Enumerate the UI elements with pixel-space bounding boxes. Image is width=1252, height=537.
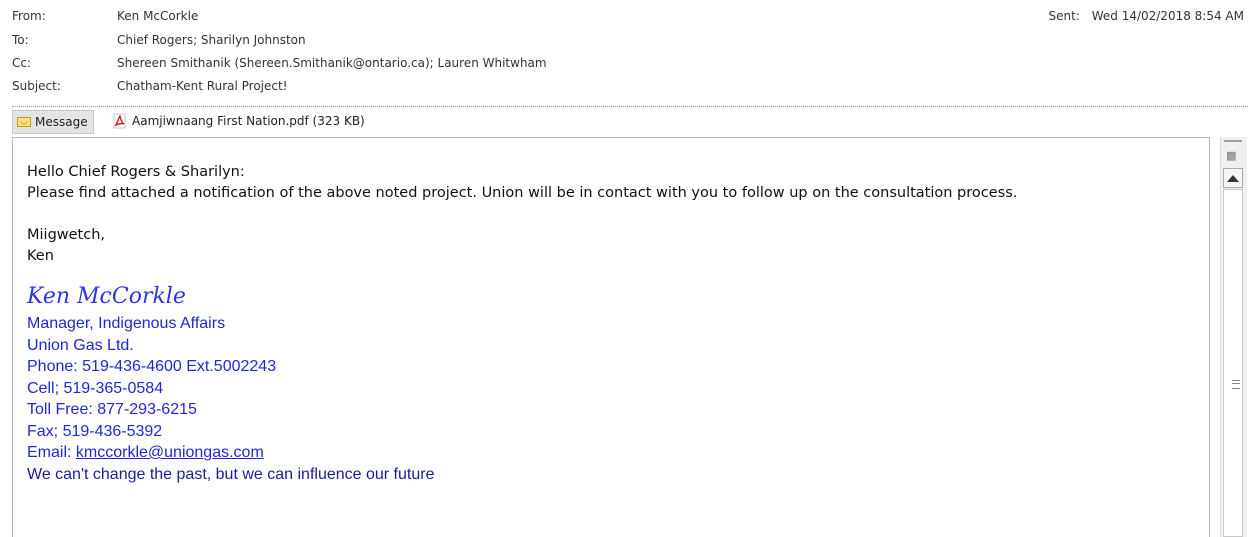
signature-motto: We can't change the past, but we can inf…	[27, 465, 435, 483]
to-row: To: Chief Rogers; Sharilyn Johnston	[0, 30, 1252, 50]
subject-label: Subject:	[12, 79, 61, 93]
sent-label: Sent:	[1048, 9, 1080, 23]
attachment-bar: Message Aamjiwnaang First Nation.pdf (32…	[12, 110, 1252, 134]
vertical-scrollbar[interactable]: ▩	[1220, 137, 1247, 537]
envelope-icon	[17, 117, 31, 127]
signature-email-link[interactable]: kmccorkle@uniongas.com	[76, 444, 264, 461]
from-row: From: Ken McCorkle Sent: Wed 14/02/2018 …	[0, 6, 1252, 26]
cc-value[interactable]: Shereen Smithanik (Shereen.Smithanik@ont…	[117, 53, 547, 73]
scrollbar-split-handle[interactable]	[1224, 140, 1242, 142]
sender-short-name: Ken	[27, 248, 54, 264]
email-header: From: Ken McCorkle Sent: Wed 14/02/2018 …	[0, 0, 1252, 110]
signature-company: Union Gas Ltd.	[27, 336, 134, 354]
closing: Miigwetch,	[27, 227, 106, 243]
up-arrow-icon[interactable]	[1223, 168, 1243, 188]
signature-cell: Cell; 519-365-0584	[27, 379, 164, 397]
greeting: Hello Chief Rogers & Sharilyn:	[27, 164, 245, 180]
signature-name: Ken McCorkle	[27, 284, 186, 309]
message-body[interactable]: Hello Chief Rogers & Sharilyn: Please fi…	[12, 137, 1210, 537]
scrollbar-page-icon: ▩	[1226, 149, 1237, 162]
body-line: Please find attached a notification of t…	[27, 185, 1018, 201]
sent-value: Wed 14/02/2018 8:54 AM	[1091, 9, 1244, 23]
from-value[interactable]: Ken McCorkle	[117, 6, 198, 26]
cc-label: Cc:	[12, 56, 32, 70]
signature-fax: Fax; 519-436-5392	[27, 422, 163, 440]
to-label: To:	[12, 33, 29, 47]
to-value[interactable]: Chief Rogers; Sharilyn Johnston	[117, 30, 306, 50]
signature-tollfree: Toll Free: 877-293-6215	[27, 401, 197, 418]
message-tab-label: Message	[35, 115, 88, 129]
signature-phone: Phone: 519-436-4600 Ext.5002243	[27, 358, 277, 375]
subject-row: Subject: Chatham-Kent Rural Project!	[0, 76, 1252, 96]
pdf-attachment[interactable]: Aamjiwnaang First Nation.pdf (323 KB)	[108, 110, 370, 132]
signature-title: Manager, Indigenous Affairs	[27, 315, 226, 332]
message-content: Hello Chief Rogers & Sharilyn: Please fi…	[27, 162, 1017, 485]
sent-info: Sent: Wed 14/02/2018 8:54 AM	[1049, 6, 1244, 26]
subject-value: Chatham-Kent Rural Project!	[117, 79, 288, 93]
grip-icon	[1232, 380, 1240, 389]
from-label: From:	[12, 9, 46, 23]
scrollbar-thumb[interactable]	[1223, 189, 1243, 537]
cc-row: Cc: Shereen Smithanik (Shereen.Smithanik…	[0, 53, 1252, 73]
signature-email-label: Email:	[27, 444, 76, 461]
header-divider	[12, 106, 1248, 107]
pdf-attachment-label: Aamjiwnaang First Nation.pdf (323 KB)	[132, 114, 365, 128]
signature-email-line: Email: kmccorkle@uniongas.com	[27, 442, 1017, 464]
message-tab[interactable]: Message	[12, 110, 94, 134]
pdf-icon	[113, 113, 126, 129]
